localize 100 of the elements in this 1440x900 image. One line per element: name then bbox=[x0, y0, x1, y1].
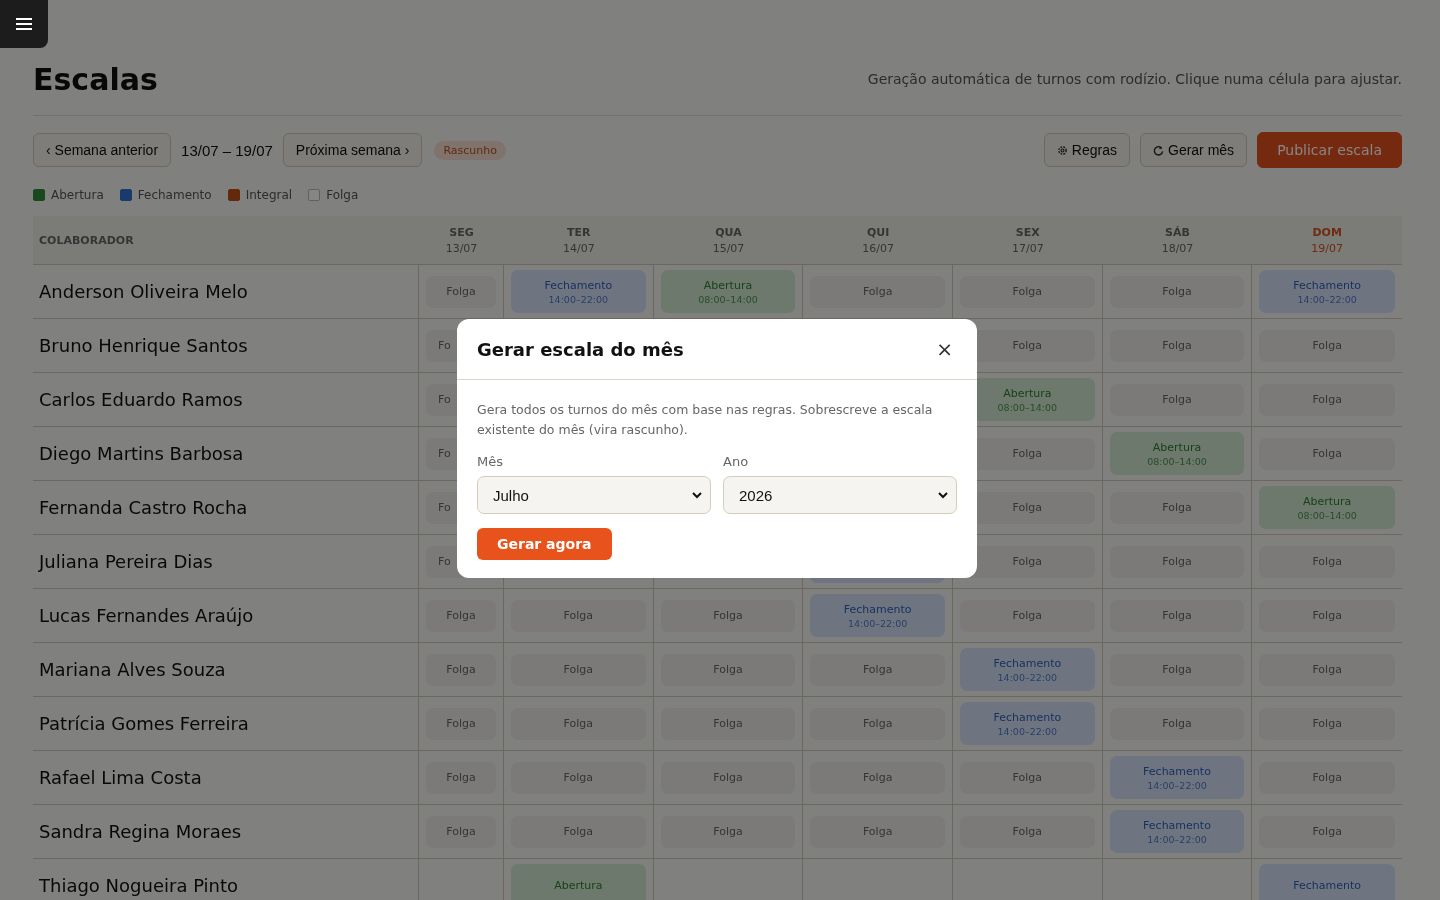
shift-label: Abertura bbox=[1152, 440, 1202, 454]
page-title: Escalas bbox=[33, 62, 158, 97]
shift-label: Folga bbox=[1312, 447, 1342, 460]
shift-label: Folga bbox=[1162, 609, 1192, 622]
shift-label: Folga bbox=[563, 825, 594, 838]
day-name: QUA bbox=[715, 225, 742, 239]
column-header: COLABORADOR bbox=[39, 233, 134, 247]
shift-label: Folga bbox=[1012, 501, 1043, 514]
shift-label: Folga bbox=[1312, 825, 1342, 838]
day-name: SEG bbox=[449, 225, 474, 239]
shift-label: Folga bbox=[446, 663, 476, 676]
shift-label: Folga bbox=[1162, 717, 1192, 730]
shift-label: Folga bbox=[446, 717, 476, 730]
shift-label: Folga bbox=[446, 825, 476, 838]
shift-label: Folga bbox=[446, 285, 476, 298]
shift-time: 14:00–22:00 bbox=[997, 671, 1058, 683]
shift-label: Folga bbox=[1312, 663, 1342, 676]
day-date: 18/07 bbox=[1161, 241, 1194, 255]
shift-label: Folga bbox=[713, 825, 743, 838]
employee-name: Anderson Oliveira Melo bbox=[39, 281, 248, 302]
day-date: 13/07 bbox=[445, 241, 478, 255]
shift-label: Folga bbox=[1162, 555, 1192, 568]
day-name: DOM bbox=[1312, 225, 1342, 239]
shift-label: Folga bbox=[563, 663, 594, 676]
shift-time: 14:00–22:00 bbox=[1297, 293, 1357, 305]
employee-name: Bruno Henrique Santos bbox=[39, 335, 248, 356]
shift-label: Fechamento bbox=[544, 278, 613, 292]
shift-label: Folga bbox=[1012, 447, 1043, 460]
shift-label: Folga bbox=[1012, 285, 1043, 298]
shift-time: 14:00–22:00 bbox=[548, 293, 609, 305]
shift-label: Folga bbox=[862, 663, 893, 676]
legend-label: Fechamento bbox=[137, 188, 212, 202]
employee-name: Carlos Eduardo Ramos bbox=[39, 389, 243, 410]
shift-label: Folga bbox=[1312, 771, 1342, 784]
shift-label: Folga bbox=[713, 717, 743, 730]
shift-label: Folga bbox=[1162, 285, 1192, 298]
employee-name: Thiago Nogueira Pinto bbox=[39, 875, 239, 896]
shift-label: Folga bbox=[446, 771, 476, 784]
shift-label: Folga bbox=[1312, 609, 1342, 622]
shift-label: Abertura bbox=[1303, 494, 1352, 508]
shift-label: Folga bbox=[1312, 717, 1342, 730]
shift-label: Folga bbox=[862, 771, 893, 784]
employee-name: Mariana Alves Souza bbox=[39, 659, 226, 680]
shift-time: 08:00–14:00 bbox=[1147, 455, 1207, 467]
shift-time: 14:00–22:00 bbox=[997, 725, 1058, 737]
dialog-title: Gerar escala do mês bbox=[477, 338, 684, 360]
shift-time: 08:00–14:00 bbox=[698, 293, 758, 305]
shift-label: Folga bbox=[1012, 555, 1043, 568]
legend-label: Integral bbox=[245, 188, 293, 202]
shift-label: Fechamento bbox=[993, 656, 1062, 670]
shift-label: Folga bbox=[862, 285, 893, 298]
shift-label: Fechamento bbox=[1293, 278, 1362, 292]
shift-label: Fechamento bbox=[1293, 879, 1362, 892]
shift-label: Fo bbox=[438, 447, 451, 460]
day-name: TER bbox=[567, 225, 591, 239]
shift-label: Folga bbox=[1162, 663, 1192, 676]
shift-label: Fechamento bbox=[1143, 764, 1211, 778]
shift-label: Folga bbox=[1312, 555, 1342, 568]
employee-name: Fernanda Castro Rocha bbox=[39, 497, 248, 518]
shift-label: Fechamento bbox=[993, 710, 1062, 724]
shift-label: Abertura bbox=[554, 879, 603, 892]
shift-label: Folga bbox=[1162, 501, 1192, 514]
shift-label: Folga bbox=[1012, 339, 1043, 352]
day-date: 14/07 bbox=[562, 241, 595, 255]
shift-label: Folga bbox=[862, 825, 893, 838]
shift-label: Folga bbox=[1162, 393, 1192, 406]
shift-label: Folga bbox=[563, 717, 594, 730]
legend-label: Abertura bbox=[51, 188, 104, 202]
employee-name: Patrícia Gomes Ferreira bbox=[39, 713, 249, 734]
dialog-description: Gera todos os turnos do mês com base nas regras. Sobrescreve a escala existente do mês (vira rascunho). bbox=[477, 401, 934, 439]
shift-time: 08:00–14:00 bbox=[1297, 509, 1357, 521]
day-name: SÁB bbox=[1165, 225, 1190, 239]
shift-label: Folga bbox=[563, 609, 594, 622]
shift-time: 14:00–22:00 bbox=[847, 617, 908, 629]
shift-label: Folga bbox=[1012, 609, 1043, 622]
shift-label: Folga bbox=[713, 771, 743, 784]
shift-label: Folga bbox=[1312, 339, 1342, 352]
shift-label: Fo bbox=[438, 501, 451, 514]
shift-time: 14:00–22:00 bbox=[1147, 779, 1207, 791]
shift-label: Folga bbox=[446, 609, 476, 622]
shift-label: Folga bbox=[1012, 771, 1043, 784]
day-name: SEX bbox=[1015, 225, 1040, 239]
date-range: 13/07 – 19/07 bbox=[181, 141, 273, 159]
shift-label: Fechamento bbox=[843, 602, 912, 616]
day-name: QUI bbox=[866, 225, 890, 239]
shift-label: Fo bbox=[438, 339, 451, 352]
shift-label: Fechamento bbox=[1143, 818, 1211, 832]
shift-label: Fo bbox=[438, 393, 451, 406]
employee-name: Sandra Regina Moraes bbox=[39, 821, 242, 842]
shift-label: Folga bbox=[1312, 393, 1342, 406]
shift-label: Folga bbox=[713, 663, 743, 676]
shift-time: 08:00–14:00 bbox=[997, 401, 1058, 413]
field-label: Ano bbox=[723, 454, 750, 469]
shift-time: 14:00–22:00 bbox=[1147, 833, 1207, 845]
employee-name: Rafael Lima Costa bbox=[39, 767, 202, 788]
shift-label: Abertura bbox=[1003, 386, 1052, 400]
shift-label: Folga bbox=[713, 609, 743, 622]
employee-name: Diego Martins Barbosa bbox=[39, 443, 244, 464]
shift-label: Folga bbox=[862, 717, 893, 730]
day-date: 16/07 bbox=[862, 241, 894, 255]
